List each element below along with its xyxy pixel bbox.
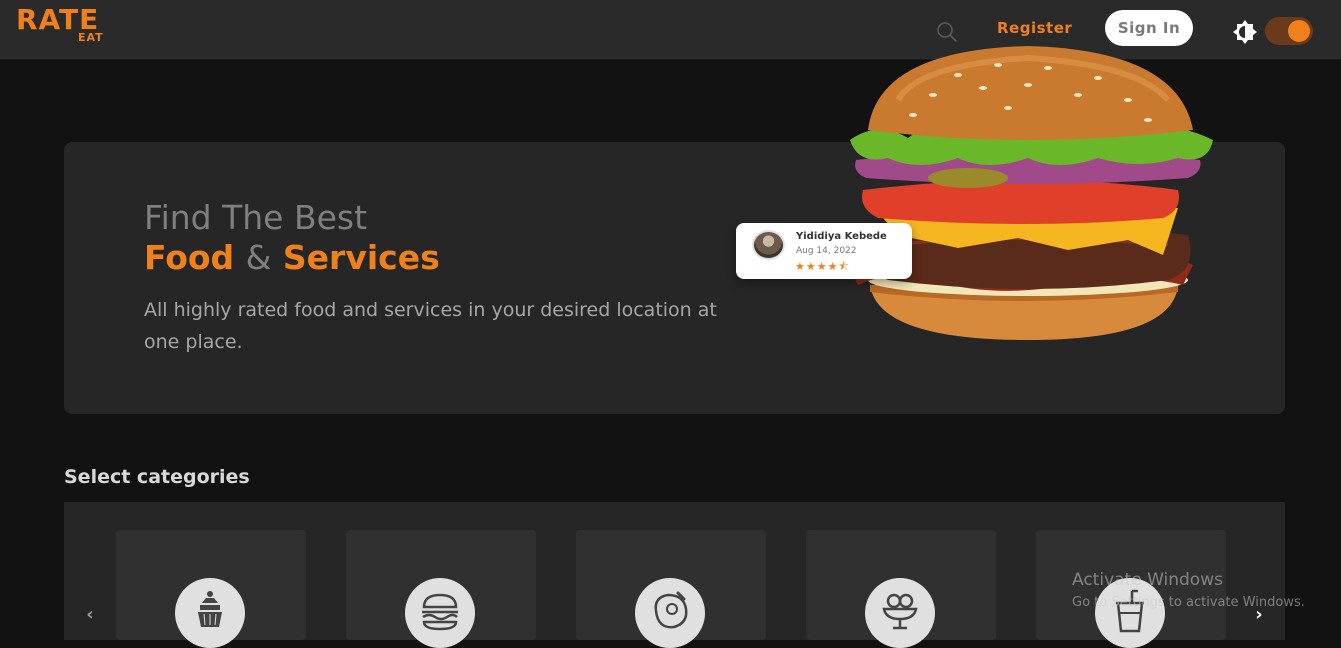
toggle-knob <box>1288 20 1310 42</box>
hero-heading-line1: Find The Best <box>144 198 368 237</box>
logo[interactable]: RATE EAT <box>16 3 116 45</box>
activation-watermark-title: Activate Windows <box>1072 570 1223 590</box>
star-icon: ★ <box>816 260 828 273</box>
avatar <box>752 230 785 260</box>
star-icon: ★ <box>805 260 817 273</box>
category-icon-circle <box>635 578 705 648</box>
burger-icon <box>422 593 458 631</box>
half-star-icon: ⯪ <box>838 260 850 273</box>
star-icon: ★ <box>827 260 839 273</box>
category-icon-circle <box>175 578 245 648</box>
hero-services-word: Services <box>282 238 440 277</box>
ice-cream-icon <box>882 593 918 630</box>
logo-sub-text: EAT <box>78 31 104 44</box>
reviewer-name: Yididiya Kebede <box>796 231 887 242</box>
review-date: Aug 14, 2022 <box>796 246 857 256</box>
category-card-ice-cream[interactable] <box>806 530 996 648</box>
hero-food-word: Food <box>144 238 235 277</box>
category-icon-circle <box>865 578 935 648</box>
categories-heading: Select categories <box>64 466 250 488</box>
category-card-meat[interactable] <box>576 530 766 648</box>
dessert-tower-icon <box>198 591 222 627</box>
activation-watermark-subtitle: Go to Settings to activate Windows. <box>1072 595 1305 610</box>
register-link[interactable]: Register <box>997 19 1072 37</box>
hero-ampersand: & <box>245 238 272 277</box>
star-icon: ★ <box>795 260 806 273</box>
hero-heading-line2: Food & Services <box>144 238 440 277</box>
brightness-icon <box>1233 20 1257 44</box>
category-card-dessert[interactable] <box>116 530 306 648</box>
burger-image <box>848 46 1213 340</box>
meat-icon <box>654 591 688 629</box>
review-card: Yididiya Kebede Aug 14, 2022 ★★★★⯪ <box>736 223 912 279</box>
category-card-burger[interactable] <box>346 530 536 648</box>
theme-toggle[interactable] <box>1265 17 1313 45</box>
rating-stars: ★★★★⯪ <box>795 258 850 277</box>
hero-description: All highly rated food and services in yo… <box>144 299 717 353</box>
carousel-prev-button[interactable]: ‹ <box>80 604 100 628</box>
category-icon-circle <box>405 578 475 648</box>
